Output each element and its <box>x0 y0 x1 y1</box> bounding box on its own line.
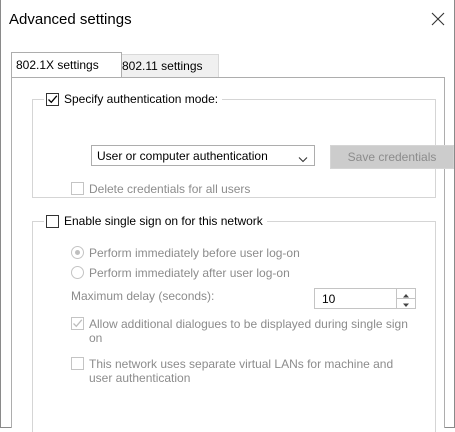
tab-80211-settings[interactable]: 802.11 settings <box>117 54 219 77</box>
title-bar: Advanced settings <box>1 0 454 38</box>
maximum-delay-spinner[interactable]: 10 <box>314 288 416 309</box>
allow-dialogues-option[interactable]: Allow additional dialogues to be display… <box>71 317 421 345</box>
authentication-mode-value: User or computer authentication <box>97 149 268 163</box>
maximum-delay-label: Maximum delay (seconds): <box>71 289 215 303</box>
authentication-mode-group: User or computer authentication Save cre… <box>32 99 454 198</box>
enable-sso-checkbox[interactable] <box>46 214 59 228</box>
maximum-delay-value: 10 <box>322 292 336 306</box>
dialog-title: Advanced settings <box>9 11 132 28</box>
allow-dialogues-checkbox[interactable] <box>71 317 84 330</box>
delete-credentials-option[interactable]: Delete credentials for all users <box>71 182 250 196</box>
authentication-mode-select[interactable]: User or computer authentication <box>91 145 315 166</box>
perform-before-option[interactable]: Perform immediately before user log-on <box>71 246 300 260</box>
perform-after-option[interactable]: Perform immediately after user log-on <box>71 266 290 280</box>
spinner-buttons <box>396 289 415 308</box>
advanced-settings-dialog: Advanced settings 802.1X settings 802.11… <box>0 0 455 432</box>
perform-after-radio[interactable] <box>71 266 84 279</box>
allow-dialogues-label: Allow additional dialogues to be display… <box>89 317 408 345</box>
perform-before-label: Perform immediately before user log-on <box>89 246 300 260</box>
enable-sso-option[interactable]: Enable single sign on for this network <box>44 214 267 228</box>
maximum-delay-label-row: Maximum delay (seconds): <box>71 289 214 303</box>
delete-credentials-checkbox[interactable] <box>71 182 84 195</box>
chevron-down-icon <box>298 152 308 166</box>
separate-vlans-label: This network uses separate virtual LANs … <box>89 357 394 385</box>
specify-auth-mode-option[interactable]: Specify authentication mode: <box>44 92 223 106</box>
spinner-up-button[interactable] <box>397 289 415 299</box>
specify-auth-mode-checkbox[interactable] <box>46 92 59 106</box>
save-credentials-button[interactable]: Save credentials <box>330 145 454 169</box>
perform-before-radio[interactable] <box>71 246 84 259</box>
perform-after-label: Perform immediately after user log-on <box>89 266 290 280</box>
single-sign-on-group: Perform immediately before user log-on P… <box>32 221 436 432</box>
separate-vlans-checkbox[interactable] <box>71 357 84 370</box>
close-icon[interactable] <box>427 8 449 30</box>
separate-vlans-option[interactable]: This network uses separate virtual LANs … <box>71 357 421 385</box>
specify-auth-mode-label: Specify authentication mode: <box>64 92 219 106</box>
enable-sso-label: Enable single sign on for this network <box>64 214 263 228</box>
delete-credentials-label: Delete credentials for all users <box>89 182 251 196</box>
spinner-down-button[interactable] <box>397 299 415 308</box>
tab-panel-8021x: User or computer authentication Save cre… <box>11 77 454 432</box>
tab-8021x-settings[interactable]: 802.1X settings <box>11 52 122 77</box>
